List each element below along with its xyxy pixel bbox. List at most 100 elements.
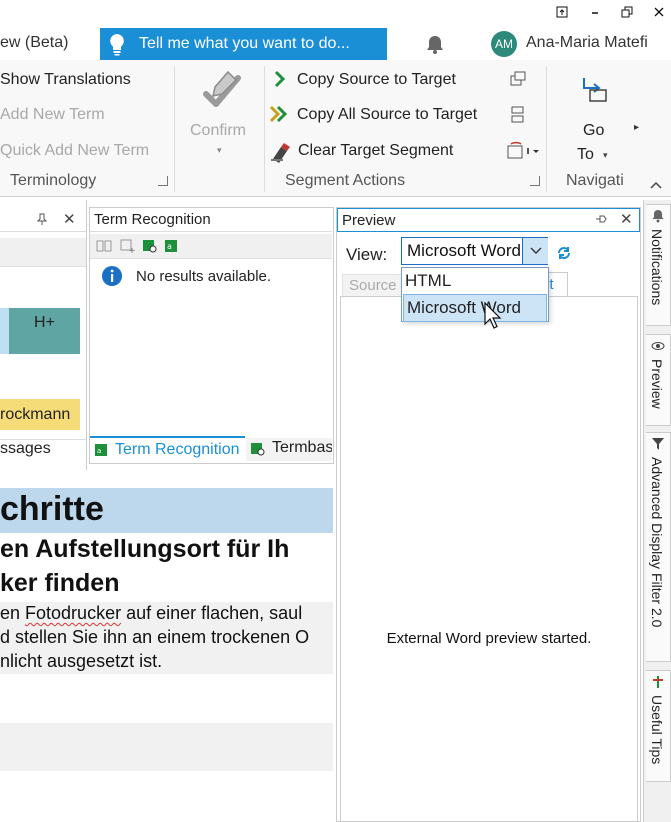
ribbon-scroll-right-icon[interactable]: ▸ bbox=[634, 122, 639, 133]
tab-source[interactable]: Source bbox=[342, 274, 406, 298]
filter-icon bbox=[652, 438, 664, 450]
left-panel-toolbar bbox=[0, 238, 86, 267]
copy-source-to-target-button[interactable]: Copy Source to Target bbox=[297, 71, 456, 89]
view-dropdown-list: HTML Microsoft Word bbox=[401, 267, 549, 322]
view-select[interactable]: Microsoft Word bbox=[401, 237, 548, 265]
terminology-group-label: Terminology bbox=[10, 172, 97, 189]
tell-me-text: Tell me what you want to do... bbox=[139, 35, 350, 52]
add-new-term-button[interactable]: Add New Term bbox=[0, 106, 105, 124]
avatar[interactable]: AM bbox=[491, 31, 517, 57]
termbase-icon[interactable]: a bbox=[164, 239, 180, 256]
collapse-ribbon-icon[interactable] bbox=[650, 178, 662, 192]
svg-text:a: a bbox=[167, 242, 172, 251]
window-caption bbox=[0, 0, 671, 28]
sidebar-tab-notifications[interactable]: Notifications bbox=[646, 204, 671, 326]
clear-target-icon bbox=[269, 141, 293, 166]
messages-tab[interactable]: ssages bbox=[0, 439, 86, 462]
bell-icon[interactable] bbox=[424, 33, 446, 58]
quick-add-new-term-button[interactable]: Quick Add New Term bbox=[0, 142, 149, 160]
term-recognition-header: Term Recognition bbox=[90, 208, 332, 232]
tell-me-search[interactable]: Tell me what you want to do... bbox=[100, 28, 387, 60]
preview-pin-icon[interactable] bbox=[595, 214, 607, 227]
view-beta-tab[interactable]: ew (Beta) bbox=[0, 34, 68, 52]
preview-title: Preview bbox=[342, 211, 396, 229]
heading2-line2: ker finden bbox=[0, 569, 120, 597]
right-sidebar: Notifications Preview Advanced Display F… bbox=[643, 200, 671, 822]
maximize-icon[interactable] bbox=[615, 2, 639, 22]
clear-target-segment-button[interactable]: Clear Target Segment bbox=[298, 142, 453, 160]
group-separator bbox=[546, 66, 547, 192]
confirm-dropdown-icon[interactable]: ▾ bbox=[217, 145, 222, 156]
confirm-button[interactable]: Confirm bbox=[190, 122, 246, 140]
dropdown-option-html[interactable]: HTML bbox=[402, 268, 548, 294]
minimize-icon[interactable] bbox=[583, 2, 607, 22]
term-add-icon[interactable] bbox=[120, 239, 136, 256]
view-label: View: bbox=[346, 245, 388, 264]
left-cell-teal: H+ bbox=[9, 308, 80, 354]
close-icon[interactable] bbox=[647, 2, 671, 22]
body-line1-post: auf einer flachen, saul bbox=[121, 603, 303, 623]
heading1-text: chritte bbox=[0, 490, 104, 528]
chevron-down-icon[interactable] bbox=[522, 238, 548, 264]
preview-status-message: External Word preview started. bbox=[386, 630, 592, 647]
no-results-message: No results available. bbox=[136, 268, 272, 285]
copy-all-source-icon bbox=[269, 104, 291, 127]
sidebar-tab-advanced-display-filter[interactable]: Advanced Display Filter 2.0 bbox=[646, 432, 671, 662]
terminology-launcher-icon[interactable] bbox=[158, 176, 168, 186]
group-separator bbox=[174, 66, 175, 192]
tab-termbase[interactable]: Termbas bbox=[246, 438, 332, 461]
go-to-icon[interactable] bbox=[578, 74, 610, 107]
go-to-button-line2[interactable]: To bbox=[577, 146, 594, 164]
heading1-row[interactable]: chritte bbox=[0, 488, 333, 533]
show-translations-button[interactable]: Show Translations bbox=[0, 71, 131, 89]
copy-all-source-to-target-button[interactable]: Copy All Source to Target bbox=[297, 106, 477, 124]
segment-actions-launcher-icon[interactable] bbox=[530, 176, 540, 186]
segment-status-icon[interactable] bbox=[505, 140, 541, 165]
sidebar-tab-preview[interactable]: Preview bbox=[646, 334, 671, 426]
tab-source-label: Source bbox=[349, 277, 397, 294]
termbase-tab-icon bbox=[251, 443, 265, 456]
lightbulb-icon bbox=[108, 32, 126, 59]
body-line3: nlicht ausgesetzt ist. bbox=[0, 651, 163, 671]
body-line1: en Fotodrucker auf einer flachen, saul bbox=[0, 603, 302, 624]
view-select-value: Microsoft Word bbox=[407, 241, 521, 260]
term-book-icon[interactable] bbox=[96, 239, 112, 256]
heading2-row[interactable]: en Aufstellungsort für Ih ker finden bbox=[0, 535, 333, 601]
left-panel-pin-icon[interactable] bbox=[36, 213, 48, 228]
sidebar-tab-notifications-label: Notifications bbox=[649, 229, 665, 306]
segment-split-icon[interactable] bbox=[510, 105, 526, 128]
sidebar-tab-useful-tips-label: Useful Tips bbox=[649, 695, 665, 765]
term-search-icon[interactable] bbox=[142, 239, 158, 256]
body-paragraph-row[interactable]: en Fotodrucker auf einer flachen, saul d… bbox=[0, 602, 333, 674]
empty-segment-row[interactable] bbox=[0, 723, 333, 771]
go-to-dropdown-icon[interactable]: ▾ bbox=[603, 150, 608, 161]
preview-close-icon[interactable]: ✕ bbox=[620, 210, 633, 228]
sidebar-tab-useful-tips[interactable]: Useful Tips bbox=[646, 670, 671, 782]
preview-eye-icon bbox=[651, 342, 665, 350]
heading2-line1: en Aufstellungsort für Ih bbox=[0, 535, 290, 563]
segment-window-icon[interactable] bbox=[509, 70, 527, 91]
restore-icon[interactable] bbox=[550, 2, 574, 22]
mouse-cursor-icon bbox=[484, 301, 504, 333]
tips-icon bbox=[653, 676, 663, 688]
left-name-cell: rockmann bbox=[0, 399, 80, 430]
sidebar-tab-advanced-display-filter-label: Advanced Display Filter 2.0 bbox=[649, 457, 665, 628]
tab-term-recognition-label: Term Recognition bbox=[115, 441, 240, 458]
left-panel-close-icon[interactable]: ✕ bbox=[63, 210, 76, 228]
tab-term-recognition[interactable]: a Term Recognition bbox=[90, 436, 245, 463]
tab-termbase-label: Termbas bbox=[272, 439, 332, 456]
dropdown-option-microsoft-word[interactable]: Microsoft Word bbox=[403, 294, 547, 322]
copy-source-icon bbox=[271, 69, 289, 92]
term-recognition-tab-icon: a bbox=[95, 444, 107, 456]
svg-text:a: a bbox=[97, 447, 101, 455]
left-cell-blue bbox=[0, 308, 9, 354]
user-name[interactable]: Ana-Maria Matefi bbox=[526, 34, 648, 52]
sidebar-tab-preview-label: Preview bbox=[649, 359, 665, 409]
confirm-icon[interactable] bbox=[198, 66, 246, 117]
go-to-button-line1[interactable]: Go bbox=[583, 122, 604, 140]
refresh-icon[interactable] bbox=[556, 245, 572, 264]
body-line1-misspelled: Fotodrucker bbox=[25, 603, 122, 623]
preview-content[interactable] bbox=[340, 296, 638, 822]
group-separator bbox=[264, 66, 265, 192]
info-icon bbox=[101, 265, 123, 290]
